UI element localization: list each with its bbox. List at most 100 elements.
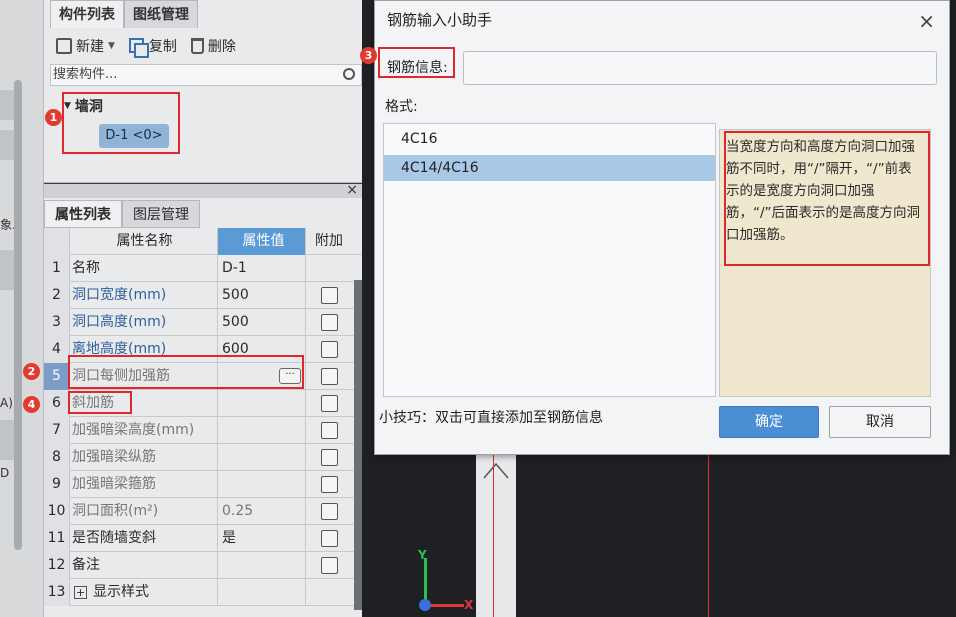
x-axis-label: X	[464, 598, 474, 612]
property-value[interactable]: 是	[218, 525, 306, 552]
property-value[interactable]	[218, 579, 306, 606]
new-button[interactable]: 新建 ▼	[52, 36, 119, 56]
property-grid-header: 属性名称 属性值 附加	[44, 228, 362, 255]
cell-name: 是否随墙变斜	[72, 530, 156, 546]
add-checkbox[interactable]	[321, 449, 338, 466]
table-row[interactable]: 13 + 显示样式	[44, 579, 362, 606]
properties-header-bar: ×	[44, 182, 362, 198]
tab-drawing-management[interactable]: 图纸管理	[124, 0, 198, 28]
x-axis-indicator	[426, 604, 464, 607]
add-checkbox[interactable]	[321, 503, 338, 520]
row-number: 11	[44, 525, 70, 552]
row-number: 1	[44, 255, 70, 282]
table-row[interactable]: 2 洞口宽度(mm) 500	[44, 282, 362, 309]
highlight-box-row5	[68, 355, 304, 389]
property-name: 加强暗梁纵筋	[70, 444, 218, 471]
rebar-info-input[interactable]	[463, 51, 937, 85]
property-value[interactable]	[218, 444, 306, 471]
tab-component-list[interactable]: 构件列表	[50, 0, 124, 28]
expand-icon[interactable]: +	[74, 586, 87, 599]
table-row[interactable]: 10 洞口面积(m²) 0.25	[44, 498, 362, 525]
new-icon	[56, 38, 72, 54]
property-add	[306, 309, 352, 336]
table-row[interactable]: 9 加强暗梁箍筋	[44, 471, 362, 498]
property-value[interactable]	[218, 552, 306, 579]
property-add	[306, 525, 352, 552]
header-add: 附加	[315, 233, 343, 249]
property-name: 加强暗梁高度(mm)	[70, 417, 218, 444]
table-row[interactable]: 12 备注	[44, 552, 362, 579]
cell-name: 洞口高度(mm)	[72, 314, 167, 330]
add-checkbox[interactable]	[321, 476, 338, 493]
table-row[interactable]: 7 加强暗梁高度(mm)	[44, 417, 362, 444]
close-icon[interactable]: ×	[346, 182, 358, 198]
search-input[interactable]: 搜索构件...	[50, 64, 362, 86]
cell-name: 洞口宽度(mm)	[72, 287, 167, 303]
copy-icon	[128, 38, 149, 58]
property-value[interactable]: D-1	[218, 255, 306, 282]
left-scrollbar[interactable]	[14, 80, 22, 550]
table-row[interactable]: 1 名称 D-1	[44, 255, 362, 282]
add-checkbox[interactable]	[321, 314, 338, 331]
header-name: 属性名称	[70, 228, 218, 255]
row-number: 8	[44, 444, 70, 471]
add-checkbox[interactable]	[321, 395, 338, 412]
search-icon[interactable]	[343, 68, 355, 80]
property-value[interactable]	[218, 471, 306, 498]
axis-line	[708, 455, 709, 617]
component-tabs: 构件列表 图纸管理	[50, 0, 198, 28]
left-strip: 象. A) D	[0, 0, 44, 617]
chevron-down-icon[interactable]: ▼	[108, 41, 115, 51]
format-item-selected[interactable]: 4C14/4C16	[384, 155, 715, 181]
properties-scrollbar[interactable]	[354, 280, 362, 610]
header-value: 属性值	[218, 228, 306, 255]
highlight-box-row6	[68, 391, 132, 414]
row-number: 12	[44, 552, 70, 579]
cancel-button[interactable]: 取消	[829, 406, 931, 438]
add-checkbox[interactable]	[321, 368, 338, 385]
property-add	[306, 336, 352, 363]
table-row[interactable]: 8 加强暗梁纵筋	[44, 444, 362, 471]
property-add	[306, 444, 352, 471]
property-add	[306, 282, 352, 309]
format-list: 4C16 4C14/4C16	[383, 123, 716, 397]
add-checkbox[interactable]	[321, 557, 338, 574]
cell-value: 500	[222, 287, 249, 303]
cell-name: 加强暗梁纵筋	[72, 449, 156, 465]
property-name: + 显示样式	[70, 579, 218, 606]
property-name: 洞口面积(m²)	[70, 498, 218, 525]
delete-button[interactable]: 删除	[187, 36, 240, 56]
highlight-box-tree	[62, 92, 180, 154]
property-value[interactable]	[218, 417, 306, 444]
table-row[interactable]: 11 是否随墙变斜 是	[44, 525, 362, 552]
property-name: 是否随墙变斜	[70, 525, 218, 552]
property-name: 备注	[70, 552, 218, 579]
trash-icon	[190, 38, 204, 54]
format-item[interactable]: 4C16	[384, 126, 715, 152]
tab-property-list[interactable]: 属性列表	[44, 200, 122, 228]
axis-line	[493, 455, 494, 617]
add-checkbox[interactable]	[321, 422, 338, 439]
add-checkbox[interactable]	[321, 530, 338, 547]
property-value[interactable]: 500	[218, 309, 306, 336]
property-value[interactable]: 0.25	[218, 498, 306, 525]
ok-button[interactable]: 确定	[719, 406, 819, 438]
property-value[interactable]: 500	[218, 282, 306, 309]
table-row[interactable]: 3 洞口高度(mm) 500	[44, 309, 362, 336]
tab-layer-management[interactable]: 图层管理	[122, 200, 200, 228]
row-number: 4	[44, 336, 70, 363]
copy-button[interactable]: 复制	[125, 36, 181, 58]
property-name: 洞口高度(mm)	[70, 309, 218, 336]
cell-value: 0.25	[222, 503, 254, 519]
component-toolbar: 新建 ▼ 复制 删除	[52, 34, 240, 58]
add-checkbox[interactable]	[321, 341, 338, 358]
add-checkbox[interactable]	[321, 287, 338, 304]
y-axis-label: Y	[418, 548, 427, 562]
cell-name: 加强暗梁箍筋	[72, 476, 156, 492]
property-value[interactable]	[218, 390, 306, 417]
arrow-up-icon	[483, 462, 509, 479]
property-name: 名称	[70, 255, 218, 282]
row-number: 2	[44, 282, 70, 309]
close-icon[interactable]: ×	[918, 11, 935, 31]
wall-element[interactable]	[476, 450, 516, 617]
